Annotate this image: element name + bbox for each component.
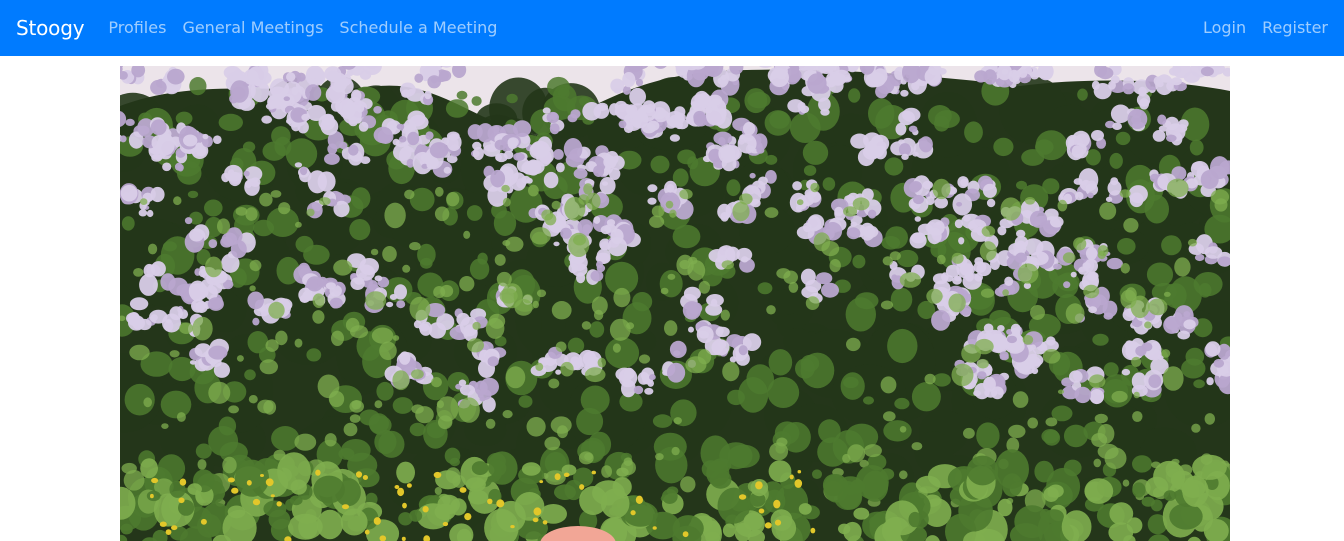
hero-image [120,66,1230,541]
auth-nav: Login Register [1187,0,1328,56]
nav-link-profiles[interactable]: Profiles [108,0,166,56]
brand-logo-link[interactable]: Stoogy [16,0,85,56]
main-nav: Profiles General Meetings Schedule a Mee… [108,0,513,56]
nav-link-register[interactable]: Register [1262,0,1328,56]
top-navbar: Stoogy Profiles General Meetings Schedul… [0,0,1344,56]
lilac-bushes-illustration [120,66,1230,541]
nav-link-general-meetings[interactable]: General Meetings [182,0,323,56]
nav-link-schedule-meeting[interactable]: Schedule a Meeting [339,0,497,56]
nav-link-login[interactable]: Login [1203,0,1246,56]
